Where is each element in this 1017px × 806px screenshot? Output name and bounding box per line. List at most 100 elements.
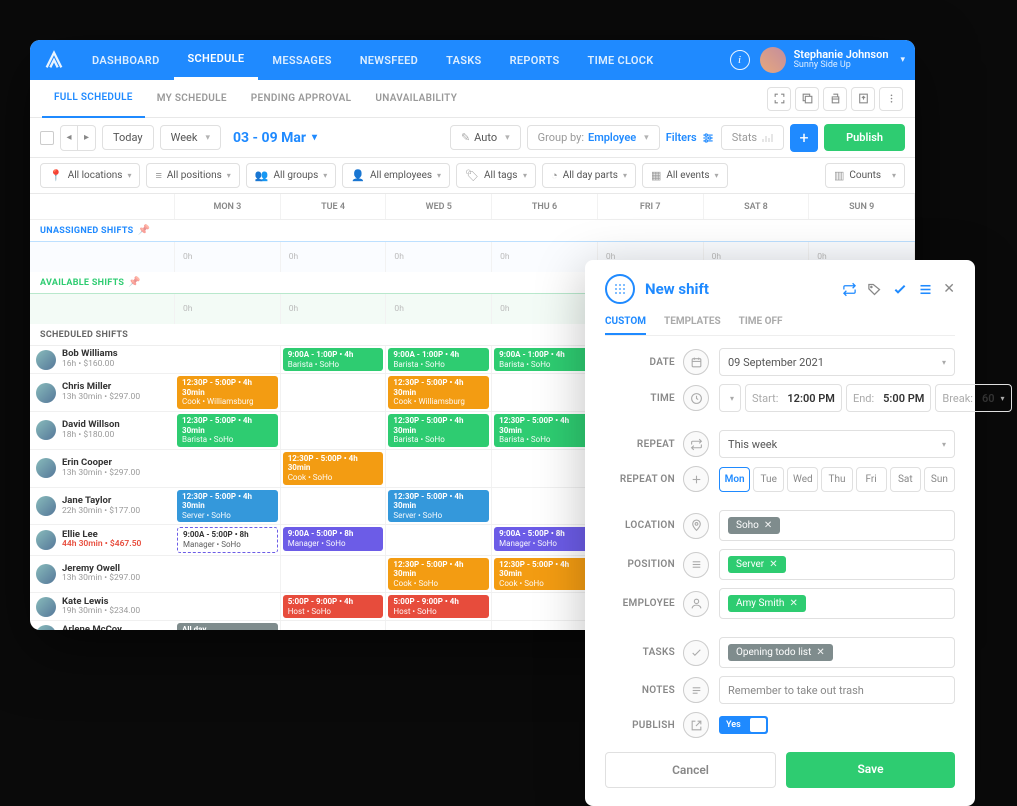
schedule-cell[interactable] bbox=[281, 621, 387, 630]
notes-input[interactable]: Remember to take out trash bbox=[719, 676, 955, 704]
break-input[interactable]: Break:60▾ bbox=[935, 384, 1011, 412]
unassigned-header[interactable]: UNASSIGNED SHIFTS📌 bbox=[30, 220, 915, 242]
schedule-cell[interactable] bbox=[281, 412, 387, 449]
shift-block[interactable]: 5:00P - 9:00P • 4hHost • SoHo bbox=[388, 595, 489, 618]
schedule-cell[interactable]: 12:30P - 5:00P • 4h 30minBarista • SoHo bbox=[492, 412, 598, 449]
schedule-cell[interactable]: 9:00A - 1:00P • 4hBarista • SoHo bbox=[492, 346, 598, 373]
shift-block[interactable]: 12:30P - 5:00P • 4h 30minCook • SoHo bbox=[494, 558, 595, 591]
shift-block[interactable]: 12:30P - 5:00P • 4h 30minServer • SoHo bbox=[177, 490, 278, 523]
shift-block[interactable]: 5:00P - 9:00P • 4hHost • SoHo bbox=[283, 595, 384, 618]
counts-select[interactable]: ▥Counts▾ bbox=[825, 163, 905, 188]
user-menu[interactable]: Stephanie Johnson Sunny Side Up ▾ bbox=[760, 47, 905, 73]
subtab-my-schedule[interactable]: MY SCHEDULE bbox=[145, 80, 239, 118]
more-icon[interactable] bbox=[879, 87, 903, 111]
employee-cell[interactable]: Bob Williams16h • $160.00 bbox=[30, 346, 175, 373]
schedule-cell[interactable] bbox=[386, 525, 492, 554]
schedule-cell[interactable]: 12:30P - 5:00P • 4h 30minCook • Williams… bbox=[386, 374, 492, 411]
schedule-cell[interactable] bbox=[386, 450, 492, 487]
shift-block[interactable]: 12:30P - 5:00P • 4h 30minBarista • SoHo bbox=[177, 414, 278, 447]
day-btn-sat[interactable]: Sat bbox=[890, 467, 921, 492]
schedule-cell[interactable]: 5:00P - 9:00P • 4hHost • SoHo bbox=[281, 593, 387, 620]
schedule-cell[interactable]: 12:30P - 5:00P • 4h 30minCook • Williams… bbox=[175, 374, 281, 411]
schedule-cell[interactable]: 12:30P - 5:00P • 4h 30minBarista • SoHo bbox=[175, 412, 281, 449]
view-range-select[interactable]: Week▾ bbox=[160, 125, 221, 150]
schedule-cell[interactable]: 9:00A - 1:00P • 4hBarista • SoHo bbox=[281, 346, 387, 373]
schedule-cell[interactable]: 9:00A - 5:00P • 8hManager • SoHo bbox=[281, 525, 387, 554]
schedule-cell[interactable]: 9:00A - 5:00P • 8hManager • SoHo bbox=[492, 525, 598, 554]
shift-block[interactable]: 9:00A - 1:00P • 4hBarista • SoHo bbox=[388, 348, 489, 371]
shift-block[interactable]: 12:30P - 5:00P • 4h 30minBarista • SoHo bbox=[388, 414, 489, 447]
close-icon[interactable]: ✕ bbox=[943, 281, 955, 297]
nav-time clock[interactable]: TIME CLOCK bbox=[574, 40, 668, 80]
position-input[interactable]: Server✕ bbox=[719, 549, 955, 580]
remove-icon[interactable]: ✕ bbox=[789, 598, 797, 609]
panel-tab-templates[interactable]: TEMPLATES bbox=[664, 310, 721, 335]
shift-block[interactable]: 9:00A - 5:00P • 8hManager • SoHo bbox=[177, 527, 278, 552]
location-input[interactable]: Soho✕ bbox=[719, 510, 955, 541]
schedule-cell[interactable] bbox=[386, 621, 492, 630]
day-btn-fri[interactable]: Fri bbox=[856, 467, 887, 492]
employee-cell[interactable]: Arlene McCoy22h 30min • $177.00 bbox=[30, 621, 175, 630]
list-action-icon[interactable] bbox=[918, 282, 933, 297]
shift-block[interactable]: 9:00A - 5:00P • 8hManager • SoHo bbox=[494, 527, 595, 550]
export-icon[interactable] bbox=[851, 87, 875, 111]
prev-week-button[interactable]: ◂ bbox=[60, 125, 78, 151]
shift-block[interactable]: 12:30P - 5:00P • 4h 30minCook • Williams… bbox=[177, 376, 278, 409]
filter-positions[interactable]: ≡All positions▾ bbox=[146, 163, 239, 188]
select-all-checkbox[interactable] bbox=[40, 131, 54, 145]
subtab-pending-approval[interactable]: PENDING APPROVAL bbox=[239, 80, 364, 118]
today-button[interactable]: Today bbox=[102, 125, 154, 150]
employee-cell[interactable]: Ellie Lee44h 30min • $467.50 bbox=[30, 525, 175, 554]
nav-schedule[interactable]: SCHEDULE bbox=[174, 40, 259, 80]
nav-dashboard[interactable]: DASHBOARD bbox=[78, 40, 174, 80]
shift-block[interactable]: 12:30P - 5:00P • 4h 30minBarista • SoHo bbox=[494, 414, 595, 447]
save-button[interactable]: Save bbox=[786, 752, 955, 788]
employee-cell[interactable]: David Willson18h • $180.00 bbox=[30, 412, 175, 449]
schedule-cell[interactable]: 12:30P - 5:00P • 4h 30minCook • SoHo bbox=[386, 556, 492, 593]
tag-action-icon[interactable] bbox=[867, 282, 882, 297]
schedule-cell[interactable]: 12:30P - 5:00P • 4h 30minCook • SoHo bbox=[281, 450, 387, 487]
filter-groups[interactable]: 👥All groups▾ bbox=[246, 163, 336, 188]
date-range[interactable]: 03 - 09 Mar▾ bbox=[227, 130, 323, 146]
panel-tab-custom[interactable]: CUSTOM bbox=[605, 310, 646, 335]
schedule-cell[interactable] bbox=[492, 488, 598, 525]
publish-toggle[interactable]: Yes bbox=[719, 716, 768, 734]
day-btn-mon[interactable]: Mon bbox=[719, 467, 750, 492]
check-action-icon[interactable] bbox=[892, 281, 908, 297]
day-btn-wed[interactable]: Wed bbox=[787, 467, 818, 492]
shift-block[interactable]: 9:00A - 1:00P • 4hBarista • SoHo bbox=[283, 348, 384, 371]
schedule-cell[interactable] bbox=[492, 593, 598, 620]
subtab-full-schedule[interactable]: FULL SCHEDULE bbox=[42, 80, 145, 118]
schedule-cell[interactable]: 12:30P - 5:00P • 4h 30minBarista • SoHo bbox=[386, 412, 492, 449]
nav-messages[interactable]: MESSAGES bbox=[258, 40, 345, 80]
schedule-cell[interactable] bbox=[492, 450, 598, 487]
filter-tags[interactable]: 🏷All tags▾ bbox=[456, 163, 536, 188]
filter-locations[interactable]: 📍All locations▾ bbox=[40, 163, 140, 188]
subtab-unavailability[interactable]: UNAVAILABILITY bbox=[363, 80, 469, 118]
schedule-cell[interactable] bbox=[281, 374, 387, 411]
filters-button[interactable]: Filters bbox=[666, 131, 715, 145]
cancel-button[interactable]: Cancel bbox=[605, 752, 776, 788]
schedule-cell[interactable]: 9:00A - 1:00P • 4hBarista • SoHo bbox=[386, 346, 492, 373]
filter-events[interactable]: ▦All events▾ bbox=[642, 163, 728, 188]
start-time-input[interactable]: Start:12:00 PM bbox=[745, 384, 842, 412]
fullscreen-icon[interactable] bbox=[767, 87, 791, 111]
nav-reports[interactable]: REPORTS bbox=[496, 40, 574, 80]
stats-button[interactable]: Stats bbox=[721, 125, 784, 150]
filter-dayparts[interactable]: ◔All day parts▾ bbox=[542, 163, 636, 188]
remove-icon[interactable]: ✕ bbox=[816, 647, 824, 658]
shift-block[interactable]: 12:30P - 5:00P • 4h 30minCook • Williams… bbox=[388, 376, 489, 409]
schedule-cell[interactable]: 5:00P - 9:00P • 4hHost • SoHo bbox=[386, 593, 492, 620]
publish-button[interactable]: Publish bbox=[824, 124, 905, 151]
employee-cell[interactable]: Jeremy Owell13h 30min • $297.00 bbox=[30, 556, 175, 593]
print-icon[interactable] bbox=[823, 87, 847, 111]
date-input[interactable]: 09 September 2021▾ bbox=[719, 348, 955, 376]
employee-cell[interactable]: Chris Miller13h 30min • $297.00 bbox=[30, 374, 175, 411]
employee-cell[interactable]: Erin Cooper13h 30min • $297.00 bbox=[30, 450, 175, 487]
schedule-cell[interactable] bbox=[281, 488, 387, 525]
schedule-cell[interactable]: 12:30P - 5:00P • 4h 30minServer • SoHo bbox=[386, 488, 492, 525]
schedule-cell[interactable]: 9:00A - 5:00P • 8hManager • SoHo bbox=[175, 525, 281, 554]
auto-button[interactable]: ✎Auto▾ bbox=[450, 125, 521, 150]
nav-newsfeed[interactable]: NEWSFEED bbox=[346, 40, 432, 80]
schedule-cell[interactable] bbox=[175, 593, 281, 620]
